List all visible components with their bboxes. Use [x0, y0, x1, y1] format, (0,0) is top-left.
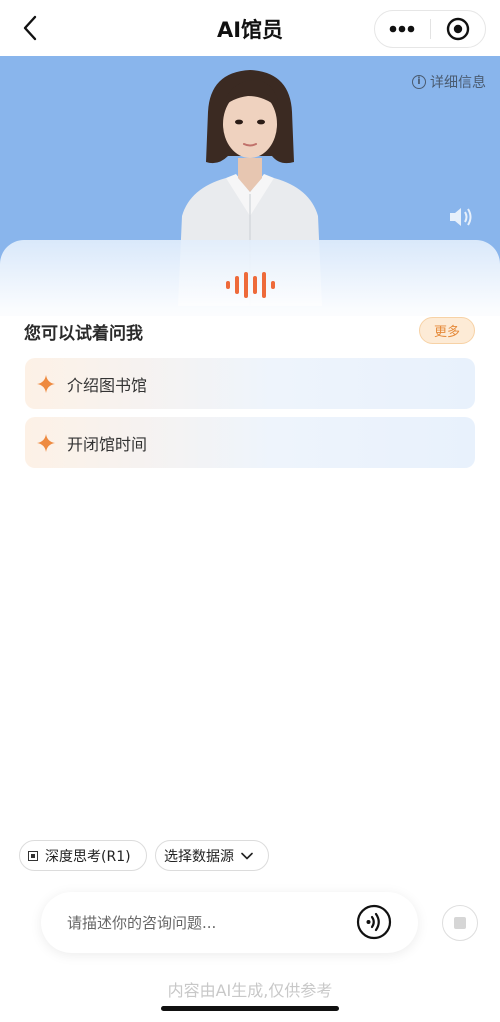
suggestion-label: 开闭馆时间 — [67, 434, 148, 454]
suggestions-title: 您可以试着问我 — [24, 324, 143, 344]
suggestion-chip[interactable]: 介绍图书馆 — [25, 358, 475, 409]
deep-think-label: 深度思考(R1) — [45, 848, 131, 865]
question-input-placeholder: 请描述你的咨询问题... — [67, 914, 217, 932]
stop-button[interactable] — [442, 905, 478, 941]
voice-wave-icon — [226, 272, 275, 298]
chevron-down-icon — [241, 852, 253, 859]
mini-program-capsule — [374, 10, 486, 48]
deep-think-toggle[interactable]: 深度思考(R1) — [19, 840, 147, 871]
more-suggestions-button[interactable]: 更多 — [419, 317, 475, 344]
more-button[interactable] — [375, 11, 430, 47]
datasource-label: 选择数据源 — [164, 848, 234, 865]
sparkle-icon — [37, 374, 55, 393]
close-button[interactable] — [430, 11, 485, 47]
stop-icon — [454, 917, 466, 929]
speaker-icon[interactable] — [448, 206, 474, 228]
question-input[interactable]: 请描述你的咨询问题... — [41, 892, 418, 953]
voice-input-button[interactable] — [356, 904, 392, 940]
home-indicator — [161, 1006, 339, 1011]
suggestion-chip[interactable]: 开闭馆时间 — [25, 417, 475, 468]
datasource-select[interactable]: 选择数据源 — [155, 840, 269, 871]
target-close-icon — [446, 17, 469, 41]
suggestion-label: 介绍图书馆 — [67, 375, 148, 395]
ai-disclaimer: 内容由AI生成,仅供参考 — [167, 981, 333, 1000]
deep-think-icon — [28, 850, 38, 861]
detail-info-label: 详细信息 — [430, 75, 486, 91]
sparkle-icon — [37, 433, 55, 452]
nav-bar: AI馆员 — [0, 0, 500, 56]
more-dots-icon — [389, 25, 415, 33]
info-icon: i — [412, 75, 426, 89]
detail-info-link[interactable]: i 详细信息 — [412, 72, 486, 92]
